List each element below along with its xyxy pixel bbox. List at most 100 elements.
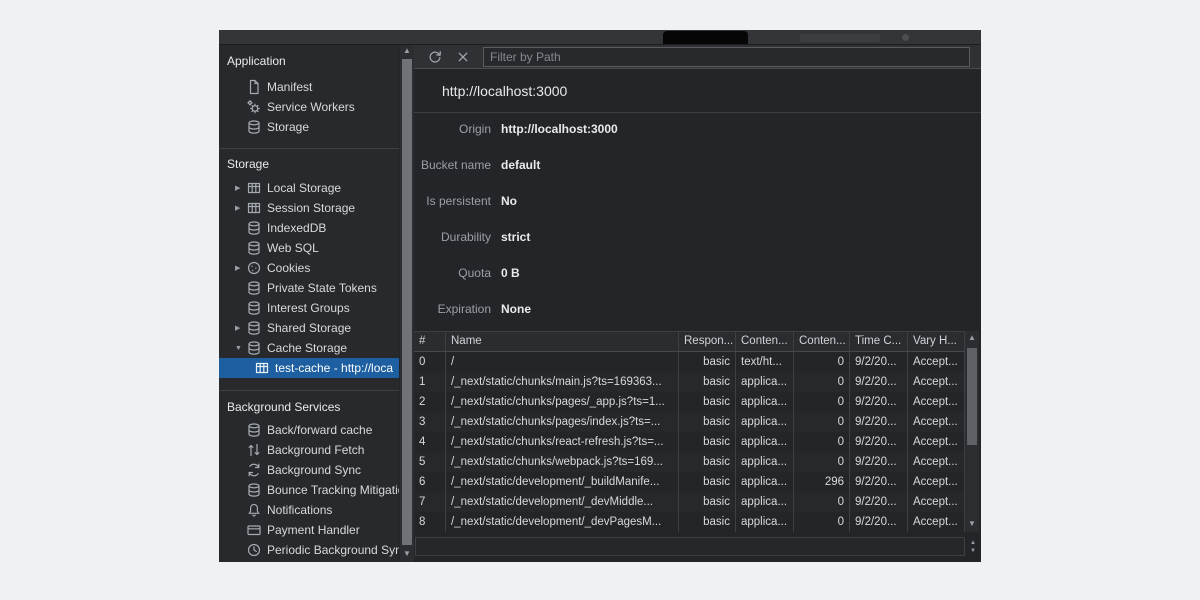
cell[interactable]: 0 bbox=[794, 432, 850, 452]
column-header-conten[interactable]: Conten... bbox=[794, 332, 850, 351]
cell[interactable]: /_next/static/chunks/main.js?ts=169363..… bbox=[446, 372, 679, 392]
column-header-varyh[interactable]: Vary H... bbox=[908, 332, 965, 351]
cell[interactable]: /_next/static/chunks/pages/index.js?ts=.… bbox=[446, 412, 679, 432]
tree-expanded-triangle-icon[interactable]: ▼ bbox=[235, 345, 246, 352]
cell[interactable]: Accept... bbox=[908, 472, 965, 492]
sidebar-scrollbar[interactable]: ▲ ▼ bbox=[400, 45, 414, 562]
cell[interactable]: basic bbox=[679, 432, 736, 452]
cell[interactable]: applica... bbox=[736, 432, 794, 452]
cell[interactable]: 9/2/20... bbox=[850, 512, 908, 532]
cell[interactable]: applica... bbox=[736, 512, 794, 532]
cell[interactable]: /_next/static/chunks/pages/_app.js?ts=1.… bbox=[446, 392, 679, 412]
cell[interactable]: Accept... bbox=[908, 492, 965, 512]
cell[interactable]: 0 bbox=[794, 452, 850, 472]
cell[interactable]: Accept... bbox=[908, 512, 965, 532]
table-row[interactable]: 8/_next/static/development/_devPagesM...… bbox=[414, 512, 965, 532]
cell[interactable]: / bbox=[446, 352, 679, 372]
cell[interactable]: Accept... bbox=[908, 432, 965, 452]
sidebar-item-cache-storage[interactable]: ▼Cache Storage bbox=[219, 338, 399, 358]
cell[interactable]: Accept... bbox=[908, 452, 965, 472]
tree-collapsed-triangle-icon[interactable]: ▶ bbox=[235, 324, 246, 332]
cell[interactable]: Accept... bbox=[908, 392, 965, 412]
cell[interactable]: 9/2/20... bbox=[850, 372, 908, 392]
sidebar-item-service-workers[interactable]: Service Workers bbox=[219, 97, 399, 117]
cell[interactable]: text/ht... bbox=[736, 352, 794, 372]
cell[interactable]: 0 bbox=[794, 492, 850, 512]
table-row[interactable]: 0/basictext/ht...09/2/20...Accept... bbox=[414, 352, 965, 372]
cell[interactable]: 1 bbox=[414, 372, 446, 392]
cell[interactable]: 9/2/20... bbox=[850, 492, 908, 512]
column-header-respon[interactable]: Respon... bbox=[679, 332, 736, 351]
sidebar-item-payment-handler[interactable]: Payment Handler bbox=[219, 520, 399, 540]
table-scrollbar-thumb[interactable] bbox=[967, 348, 977, 445]
scroll-down-arrow-icon[interactable]: ▼ bbox=[967, 547, 979, 555]
sidebar-item-background-fetch[interactable]: Background Fetch bbox=[219, 440, 399, 460]
cell[interactable]: 9/2/20... bbox=[850, 472, 908, 492]
scroll-down-arrow-icon[interactable]: ▼ bbox=[400, 548, 414, 560]
filter-by-path-input[interactable] bbox=[483, 47, 970, 67]
cell[interactable]: 9/2/20... bbox=[850, 352, 908, 372]
cell[interactable]: 5 bbox=[414, 452, 446, 472]
sidebar-item-bounce-tracking-mitigatio[interactable]: Bounce Tracking Mitigatio bbox=[219, 480, 399, 500]
refresh-icon[interactable] bbox=[427, 49, 443, 65]
table-row[interactable]: 5/_next/static/chunks/webpack.js?ts=169.… bbox=[414, 452, 965, 472]
cell[interactable]: Accept... bbox=[908, 372, 965, 392]
scroll-up-arrow-icon[interactable]: ▲ bbox=[965, 332, 979, 344]
cell[interactable]: 9/2/20... bbox=[850, 392, 908, 412]
cell[interactable]: basic bbox=[679, 512, 736, 532]
table-row[interactable]: 3/_next/static/chunks/pages/index.js?ts=… bbox=[414, 412, 965, 432]
scroll-up-arrow-icon[interactable]: ▲ bbox=[400, 45, 414, 57]
sidebar-item-background-sync[interactable]: Background Sync bbox=[219, 460, 399, 480]
cell[interactable]: basic bbox=[679, 452, 736, 472]
cell[interactable]: 0 bbox=[414, 352, 446, 372]
table-row[interactable]: 4/_next/static/chunks/react-refresh.js?t… bbox=[414, 432, 965, 452]
column-header-timec[interactable]: Time C... bbox=[850, 332, 908, 351]
cell[interactable]: basic bbox=[679, 392, 736, 412]
cell[interactable]: applica... bbox=[736, 392, 794, 412]
cell[interactable]: 7 bbox=[414, 492, 446, 512]
cell[interactable]: basic bbox=[679, 352, 736, 372]
cell[interactable]: /_next/static/chunks/react-refresh.js?ts… bbox=[446, 432, 679, 452]
cell[interactable]: basic bbox=[679, 372, 736, 392]
sidebar-item-web-sql[interactable]: Web SQL bbox=[219, 238, 399, 258]
sidebar-item-back-forward-cache[interactable]: Back/forward cache bbox=[219, 420, 399, 440]
cell[interactable]: /_next/static/chunks/webpack.js?ts=169..… bbox=[446, 452, 679, 472]
table-scrollbar[interactable]: ▲ ▼ bbox=[965, 331, 979, 532]
sidebar-item-private-state-tokens[interactable]: Private State Tokens bbox=[219, 278, 399, 298]
cell[interactable]: 3 bbox=[414, 412, 446, 432]
cell[interactable]: basic bbox=[679, 472, 736, 492]
cell[interactable]: 4 bbox=[414, 432, 446, 452]
column-header-conten[interactable]: Conten... bbox=[736, 332, 794, 351]
sidebar-scrollbar-thumb[interactable] bbox=[402, 59, 412, 545]
cell[interactable]: basic bbox=[679, 492, 736, 512]
table-row[interactable]: 7/_next/static/development/_devMiddle...… bbox=[414, 492, 965, 512]
cell[interactable]: /_next/static/development/_devMiddle... bbox=[446, 492, 679, 512]
clear-icon[interactable] bbox=[455, 49, 471, 65]
column-header-name[interactable]: Name bbox=[446, 332, 679, 351]
cell[interactable]: 296 bbox=[794, 472, 850, 492]
sidebar-item-session-storage[interactable]: ▶Session Storage bbox=[219, 198, 399, 218]
sidebar-item-periodic-background-sync[interactable]: Periodic Background Sync bbox=[219, 540, 399, 560]
cell[interactable]: 9/2/20... bbox=[850, 412, 908, 432]
table-row[interactable]: 2/_next/static/chunks/pages/_app.js?ts=1… bbox=[414, 392, 965, 412]
cell[interactable]: 2 bbox=[414, 392, 446, 412]
tree-collapsed-triangle-icon[interactable]: ▶ bbox=[235, 184, 246, 192]
cell[interactable]: applica... bbox=[736, 492, 794, 512]
cell[interactable]: /_next/static/development/_devPagesM... bbox=[446, 512, 679, 532]
cell[interactable]: applica... bbox=[736, 372, 794, 392]
cell[interactable]: 8 bbox=[414, 512, 446, 532]
cell[interactable]: Accept... bbox=[908, 352, 965, 372]
cell[interactable]: applica... bbox=[736, 452, 794, 472]
cell[interactable]: 0 bbox=[794, 412, 850, 432]
sidebar-item-storage[interactable]: Storage bbox=[219, 117, 399, 137]
cell[interactable]: /_next/static/development/_buildManife..… bbox=[446, 472, 679, 492]
cell[interactable]: applica... bbox=[736, 472, 794, 492]
cell[interactable]: 0 bbox=[794, 372, 850, 392]
tree-collapsed-triangle-icon[interactable]: ▶ bbox=[235, 264, 246, 272]
scroll-up-arrow-icon[interactable]: ▲ bbox=[967, 539, 979, 547]
cell[interactable]: Accept... bbox=[908, 412, 965, 432]
cell[interactable]: 6 bbox=[414, 472, 446, 492]
cell[interactable]: 9/2/20... bbox=[850, 452, 908, 472]
cell[interactable]: 0 bbox=[794, 512, 850, 532]
active-panel-tab-partial[interactable] bbox=[663, 31, 748, 44]
